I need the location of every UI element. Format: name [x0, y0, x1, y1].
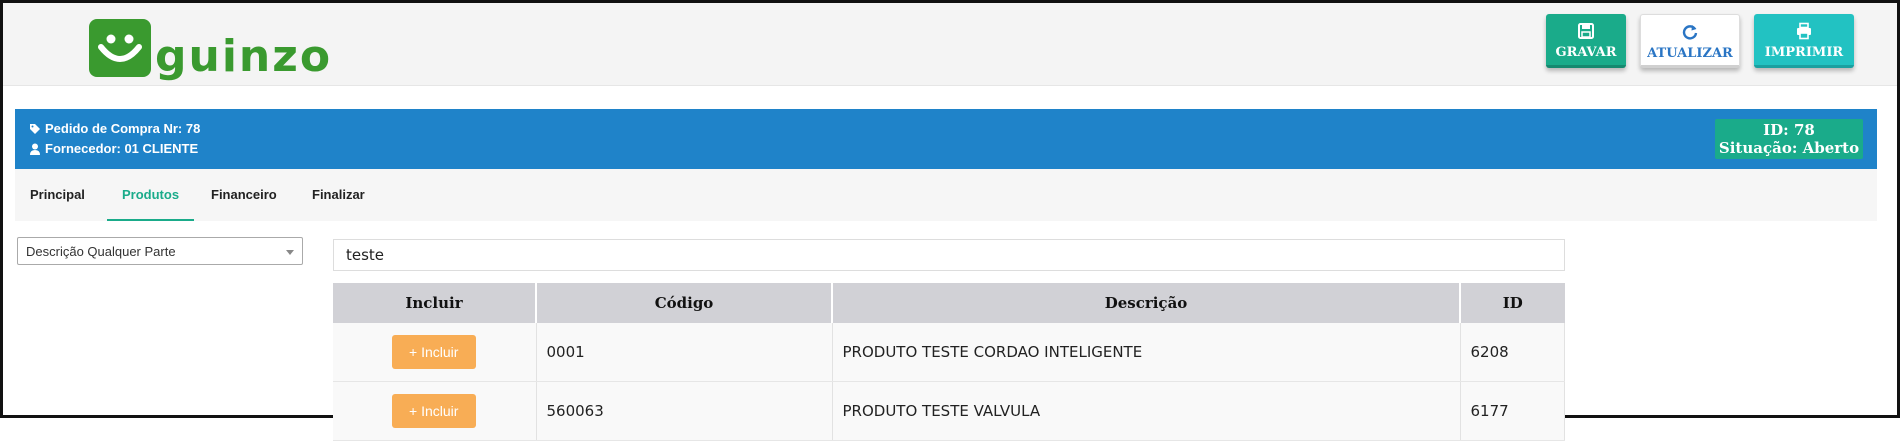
search-mode-value: Descrição Qualquer Parte: [26, 244, 176, 259]
tab-produtos[interactable]: Produtos: [107, 169, 195, 221]
codigo-cell: 0001: [536, 323, 833, 382]
search-input[interactable]: teste: [333, 239, 1565, 271]
imprimir-label: IMPRIMIR: [1764, 45, 1844, 60]
top-header: guinzo GRAVAR ATUALIZAR IMPRIMIR: [3, 3, 1897, 86]
order-status: Situação: Aberto: [1718, 139, 1860, 157]
column-header-codigo: Código: [536, 283, 833, 323]
search-mode-select[interactable]: Descrição Qualquer Parte: [17, 237, 303, 265]
gravar-label: GRAVAR: [1555, 45, 1617, 60]
products-table: Incluir Código Descrição ID + Incluir 00…: [333, 283, 1565, 441]
descricao-cell: PRODUTO TESTE VALVULA: [832, 381, 1461, 441]
tab-principal[interactable]: Principal: [15, 169, 100, 221]
column-header-descricao: Descrição: [832, 283, 1461, 323]
imprimir-button[interactable]: IMPRIMIR: [1754, 14, 1854, 68]
id-cell: 6177: [1460, 381, 1565, 441]
column-header-incluir: Incluir: [333, 283, 537, 323]
codigo-cell: 560063: [536, 381, 833, 441]
search-input-value: teste: [346, 246, 385, 264]
supplier-label: Fornecedor: 01 CLIENTE: [45, 141, 199, 156]
gravar-button[interactable]: GRAVAR: [1546, 14, 1626, 68]
include-button[interactable]: + Incluir: [391, 335, 476, 369]
descricao-cell: PRODUTO TESTE CORDAO INTELIGENTE: [832, 323, 1461, 382]
logo-smile-icon: [89, 19, 151, 77]
logo-text: guinzo: [155, 31, 333, 82]
tab-finalizar[interactable]: Finalizar: [297, 169, 380, 221]
tag-icon: [30, 123, 40, 134]
print-icon: [1797, 22, 1811, 40]
table-row: + Incluir 0001 PRODUTO TESTE CORDAO INTE…: [333, 323, 1565, 382]
table-header-row: Incluir Código Descrição ID: [333, 283, 1565, 323]
guinzo-logo[interactable]: guinzo: [89, 15, 333, 82]
refresh-icon: [1682, 25, 1698, 40]
table-row: + Incluir 560063 PRODUTO TESTE VALVULA 6…: [333, 381, 1565, 441]
include-cell: + Incluir: [333, 323, 537, 382]
order-info-bar: Pedido de Compra Nr: 78 Fornecedor: 01 C…: [15, 109, 1877, 169]
status-badge: ID: 78 Situação: Aberto: [1715, 119, 1863, 159]
tab-financeiro[interactable]: Financeiro: [196, 169, 292, 221]
include-button[interactable]: + Incluir: [391, 394, 476, 428]
id-cell: 6208: [1460, 323, 1565, 382]
supplier-row: Fornecedor: 01 CLIENTE: [29, 141, 198, 156]
atualizar-button[interactable]: ATUALIZAR: [1640, 14, 1740, 68]
order-id: ID: 78: [1763, 121, 1815, 139]
atualizar-label: ATUALIZAR: [1647, 46, 1733, 61]
save-icon: [1578, 23, 1594, 39]
user-icon: [30, 143, 40, 155]
chevron-down-icon: [286, 250, 294, 255]
tab-bar: Principal Produtos Financeiro Finalizar: [15, 169, 1877, 221]
order-title: Pedido de Compra Nr: 78: [45, 121, 201, 136]
order-title-row: Pedido de Compra Nr: 78: [29, 121, 200, 136]
include-cell: + Incluir: [333, 381, 537, 441]
column-header-id: ID: [1460, 283, 1565, 323]
